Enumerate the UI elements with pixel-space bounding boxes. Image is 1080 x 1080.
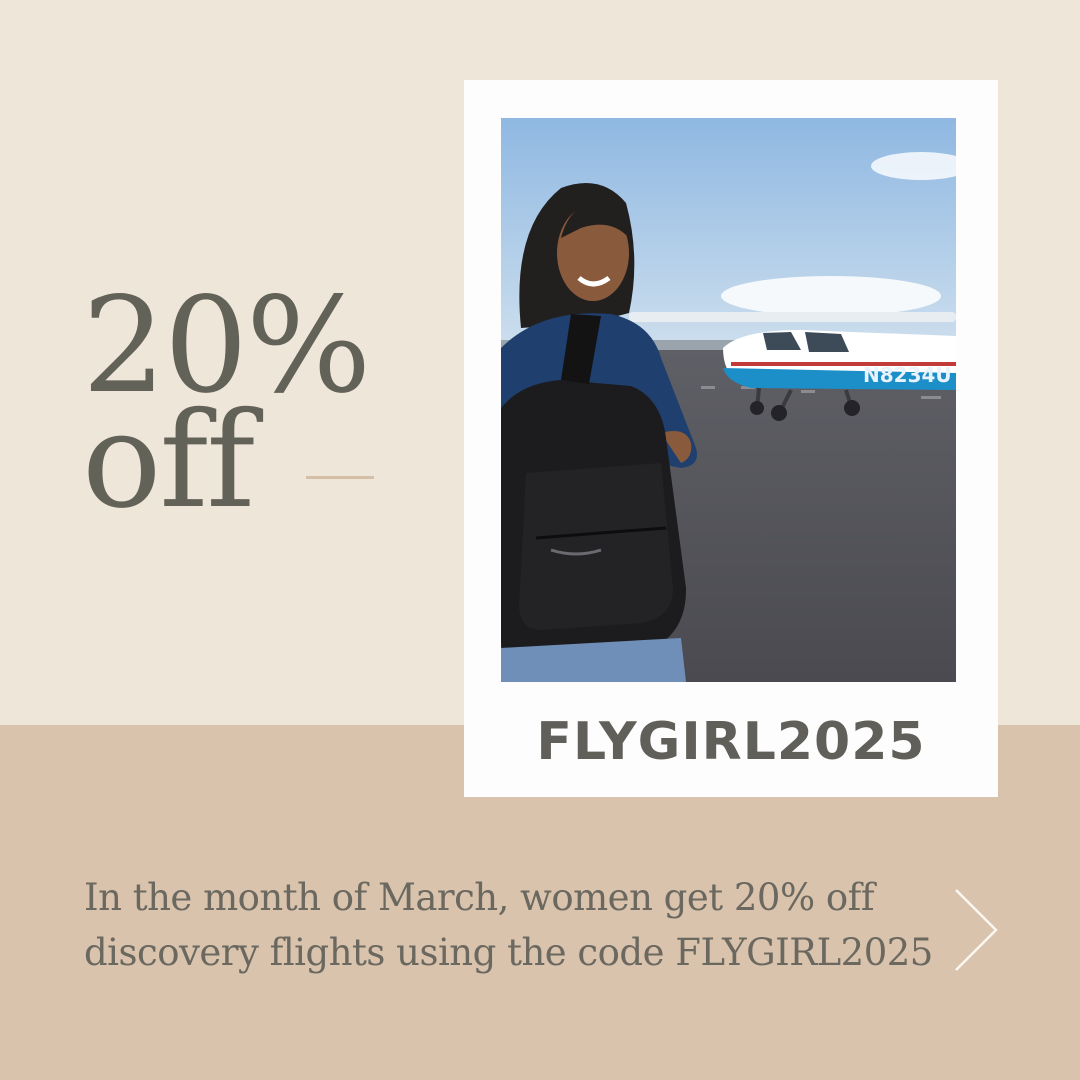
- tail-number: N8234U: [863, 363, 952, 387]
- promo-code: FLYGIRL2025: [536, 712, 926, 772]
- promo-description: In the month of March, women get 20% off…: [84, 870, 954, 980]
- photo-frame: N8234U FLYGIRL2025: [464, 80, 998, 797]
- decorative-dash: [306, 476, 374, 479]
- promo-description-line-1: In the month of March, women get 20% off: [84, 876, 875, 919]
- chevron-right-icon[interactable]: [948, 884, 1004, 976]
- pilot-photo: N8234U: [501, 118, 956, 682]
- discount-off-label: off: [82, 384, 255, 538]
- promo-description-line-2: discovery flights using the code FLYGIRL…: [84, 931, 933, 974]
